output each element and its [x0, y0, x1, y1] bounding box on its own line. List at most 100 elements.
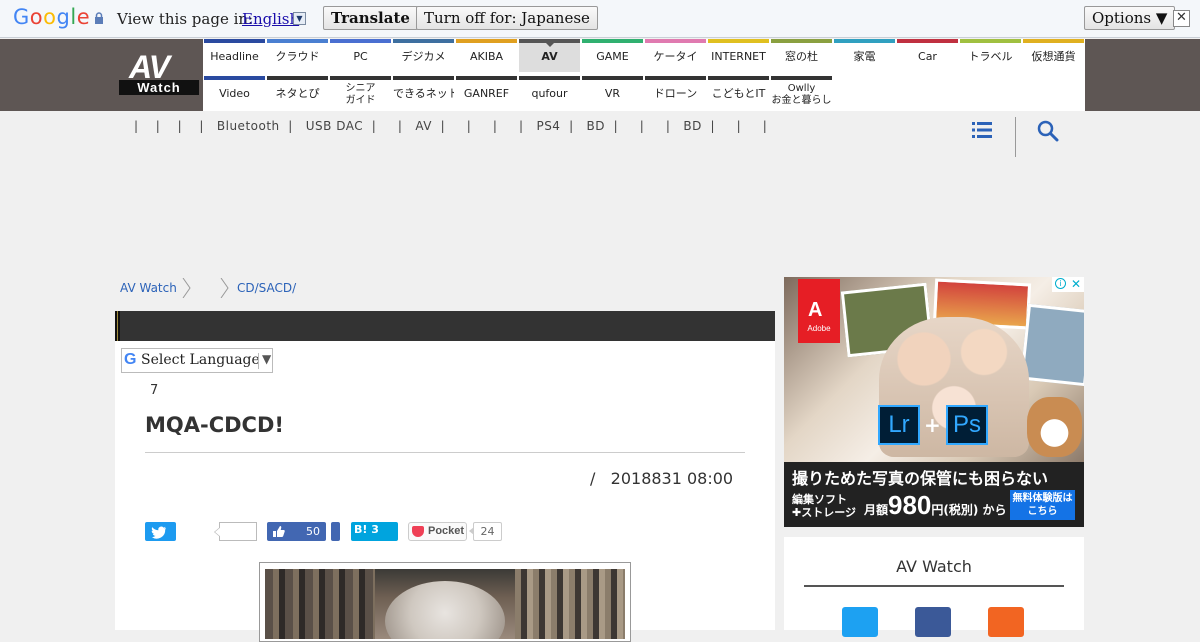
select-language-dropdown[interactable]: G Select Language ▼: [121, 348, 273, 373]
ad-photo-print: [1020, 303, 1084, 387]
lock-icon: [95, 12, 103, 24]
person-head: [385, 581, 505, 639]
ad-price-suffix: 円(税別) から: [931, 503, 1007, 517]
nav-item-2-6[interactable]: VR: [582, 76, 643, 109]
twitter-icon: [151, 526, 166, 539]
menu-icon[interactable]: [972, 122, 992, 138]
portrait-image: [265, 569, 625, 639]
twitter-follow-icon[interactable]: [842, 607, 878, 637]
share-count-box: [214, 522, 257, 541]
sidebar-divider: [804, 585, 1064, 587]
site-logo[interactable]: AV Watch: [115, 39, 203, 111]
pocket-count: 24: [469, 522, 502, 541]
translate-bar: Google View this page in: English ▼ Tran…: [0, 0, 1200, 38]
article-date: / 2018831 08:00: [590, 469, 734, 488]
options-button[interactable]: Options ▼: [1084, 6, 1176, 30]
sidebar-follow-box: AV Watch: [784, 537, 1084, 637]
header-left-fill: [0, 39, 115, 111]
facebook-like-button[interactable]: 50: [267, 522, 326, 541]
twitter-share-button[interactable]: [145, 522, 176, 541]
ad-headline: 撮りためた写真の保管にも困らない: [792, 469, 1049, 488]
nav-item-2-3[interactable]: できるネット: [393, 76, 454, 109]
chevron-right-icon: [220, 278, 229, 298]
category-nav: Headline クラウド PC デジカメ AKIBA AV GAME ケータイ INTERNE…: [204, 39, 1085, 111]
nav-item-1-1[interactable]: クラウド: [267, 39, 328, 72]
ad-dog-image: [1027, 397, 1082, 457]
nav-item-1-6[interactable]: GAME: [582, 39, 643, 72]
like-count: 50: [306, 525, 320, 538]
ad-software-text: 編集ソフト ✚ストレージ: [792, 493, 856, 519]
nav-item-2-5[interactable]: qufour: [519, 76, 580, 109]
article-photo[interactable]: [259, 562, 631, 642]
adobe-logo: A Adobe: [798, 279, 840, 343]
nav-item-1-4[interactable]: AKIBA: [456, 39, 517, 72]
nav-item-1-2[interactable]: PC: [330, 39, 391, 72]
sub-nav-links[interactable]: | | | | Bluetooth | USB DAC | | AV | | |…: [134, 119, 767, 133]
adobe-logo-mark: A: [808, 299, 823, 321]
title-divider: [145, 452, 745, 453]
nav-item-1-9[interactable]: 窓の杜: [771, 39, 832, 72]
nav-item-1-11[interactable]: Car: [897, 39, 958, 72]
pocket-icon: [412, 526, 424, 537]
facebook-follow-icon[interactable]: [915, 607, 951, 637]
bookshelf-left: [265, 569, 375, 639]
ad-price-value: 980: [888, 490, 932, 520]
thumbs-up-icon: [273, 526, 285, 537]
ad-cta-button[interactable]: 無料体験版は こちら: [1010, 490, 1075, 520]
nav-item-2-0[interactable]: Video: [204, 76, 265, 109]
nav-item-1-13[interactable]: 仮想通貨: [1023, 39, 1084, 72]
nav-item-1-3[interactable]: デジカメ: [393, 39, 454, 72]
translate-prompt: View this page in:: [117, 10, 254, 28]
bookshelf-right: [515, 569, 625, 639]
close-icon[interactable]: ✕: [1071, 277, 1081, 291]
article: G Select Language ▼ 7 MQA-CDCD! / 201883…: [115, 311, 775, 642]
dropdown-separator: [258, 353, 259, 369]
nav-item-1-7[interactable]: ケータイ: [645, 39, 706, 72]
nav-item-1-12[interactable]: トラベル: [960, 39, 1021, 72]
google-logo: Google: [13, 5, 91, 29]
nav-item-2-7[interactable]: ドローン: [645, 76, 706, 109]
breadcrumb-category[interactable]: CD/SACD/: [237, 281, 296, 295]
info-icon[interactable]: i: [1055, 278, 1066, 289]
nav-item-2-8[interactable]: こどもとIT: [708, 76, 769, 109]
translate-button[interactable]: Translate: [323, 6, 418, 30]
ad-choices[interactable]: i ✕: [1052, 277, 1084, 292]
chevron-down-icon: ▼: [262, 352, 272, 366]
lightroom-icon: Lr: [878, 405, 920, 445]
chevron-down-icon[interactable]: ▼: [293, 12, 306, 25]
hatena-bookmark-button[interactable]: B! 3: [351, 522, 398, 541]
sidebar-title: AV Watch: [896, 557, 972, 576]
sub-nav: | | | | Bluetooth | USB DAC | | AV | | |…: [0, 111, 1200, 145]
turn-off-button[interactable]: Turn off for: Japanese: [416, 6, 598, 30]
article-header-bar: [115, 311, 775, 341]
rss-icon[interactable]: [988, 607, 1024, 637]
advertisement[interactable]: A Adobe Lr + Ps 撮りためた写真の保管にも困らない 編集ソフト ✚…: [784, 277, 1084, 527]
article-title: MQA-CDCD!: [145, 413, 284, 437]
nav-item-1-0[interactable]: Headline: [204, 39, 265, 72]
adobe-label: Adobe: [807, 324, 831, 333]
nav-item-1-8[interactable]: INTERNET: [708, 39, 769, 72]
hatena-label: B! 3: [354, 523, 379, 536]
search-icon[interactable]: [1037, 120, 1059, 142]
header-divider: [1015, 117, 1016, 157]
ad-price-prefix: 月額: [864, 503, 889, 517]
language-select[interactable]: English: [242, 10, 299, 28]
select-language-label: Select Language: [141, 352, 260, 368]
pocket-button[interactable]: Pocket: [408, 522, 467, 541]
breadcrumb-home[interactable]: AV Watch: [120, 281, 177, 295]
header-right-fill: [1085, 39, 1200, 111]
nav-item-2-9[interactable]: Owlly お金と暮らし: [771, 76, 832, 109]
google-g-icon: G: [124, 351, 137, 368]
photoshop-icon: Ps: [946, 405, 988, 445]
close-icon[interactable]: ✕: [1173, 10, 1190, 27]
nav-item-1-10[interactable]: 家電: [834, 39, 895, 72]
nav-item-2-2[interactable]: シニア ガイド: [330, 76, 391, 109]
series-number: 7: [150, 383, 159, 398]
ad-price: 月額980円(税別) から: [864, 490, 1007, 521]
like-share-button[interactable]: [331, 522, 340, 541]
plus-icon: +: [924, 413, 941, 437]
nav-item-2-4[interactable]: GANREF: [456, 76, 517, 109]
nav-item-1-5[interactable]: AV: [519, 39, 580, 72]
site-header: AV Watch Headline クラウド PC デジカメ AKIBA AV GAME ケー…: [0, 39, 1200, 111]
nav-item-2-1[interactable]: ネタとぴ: [267, 76, 328, 109]
